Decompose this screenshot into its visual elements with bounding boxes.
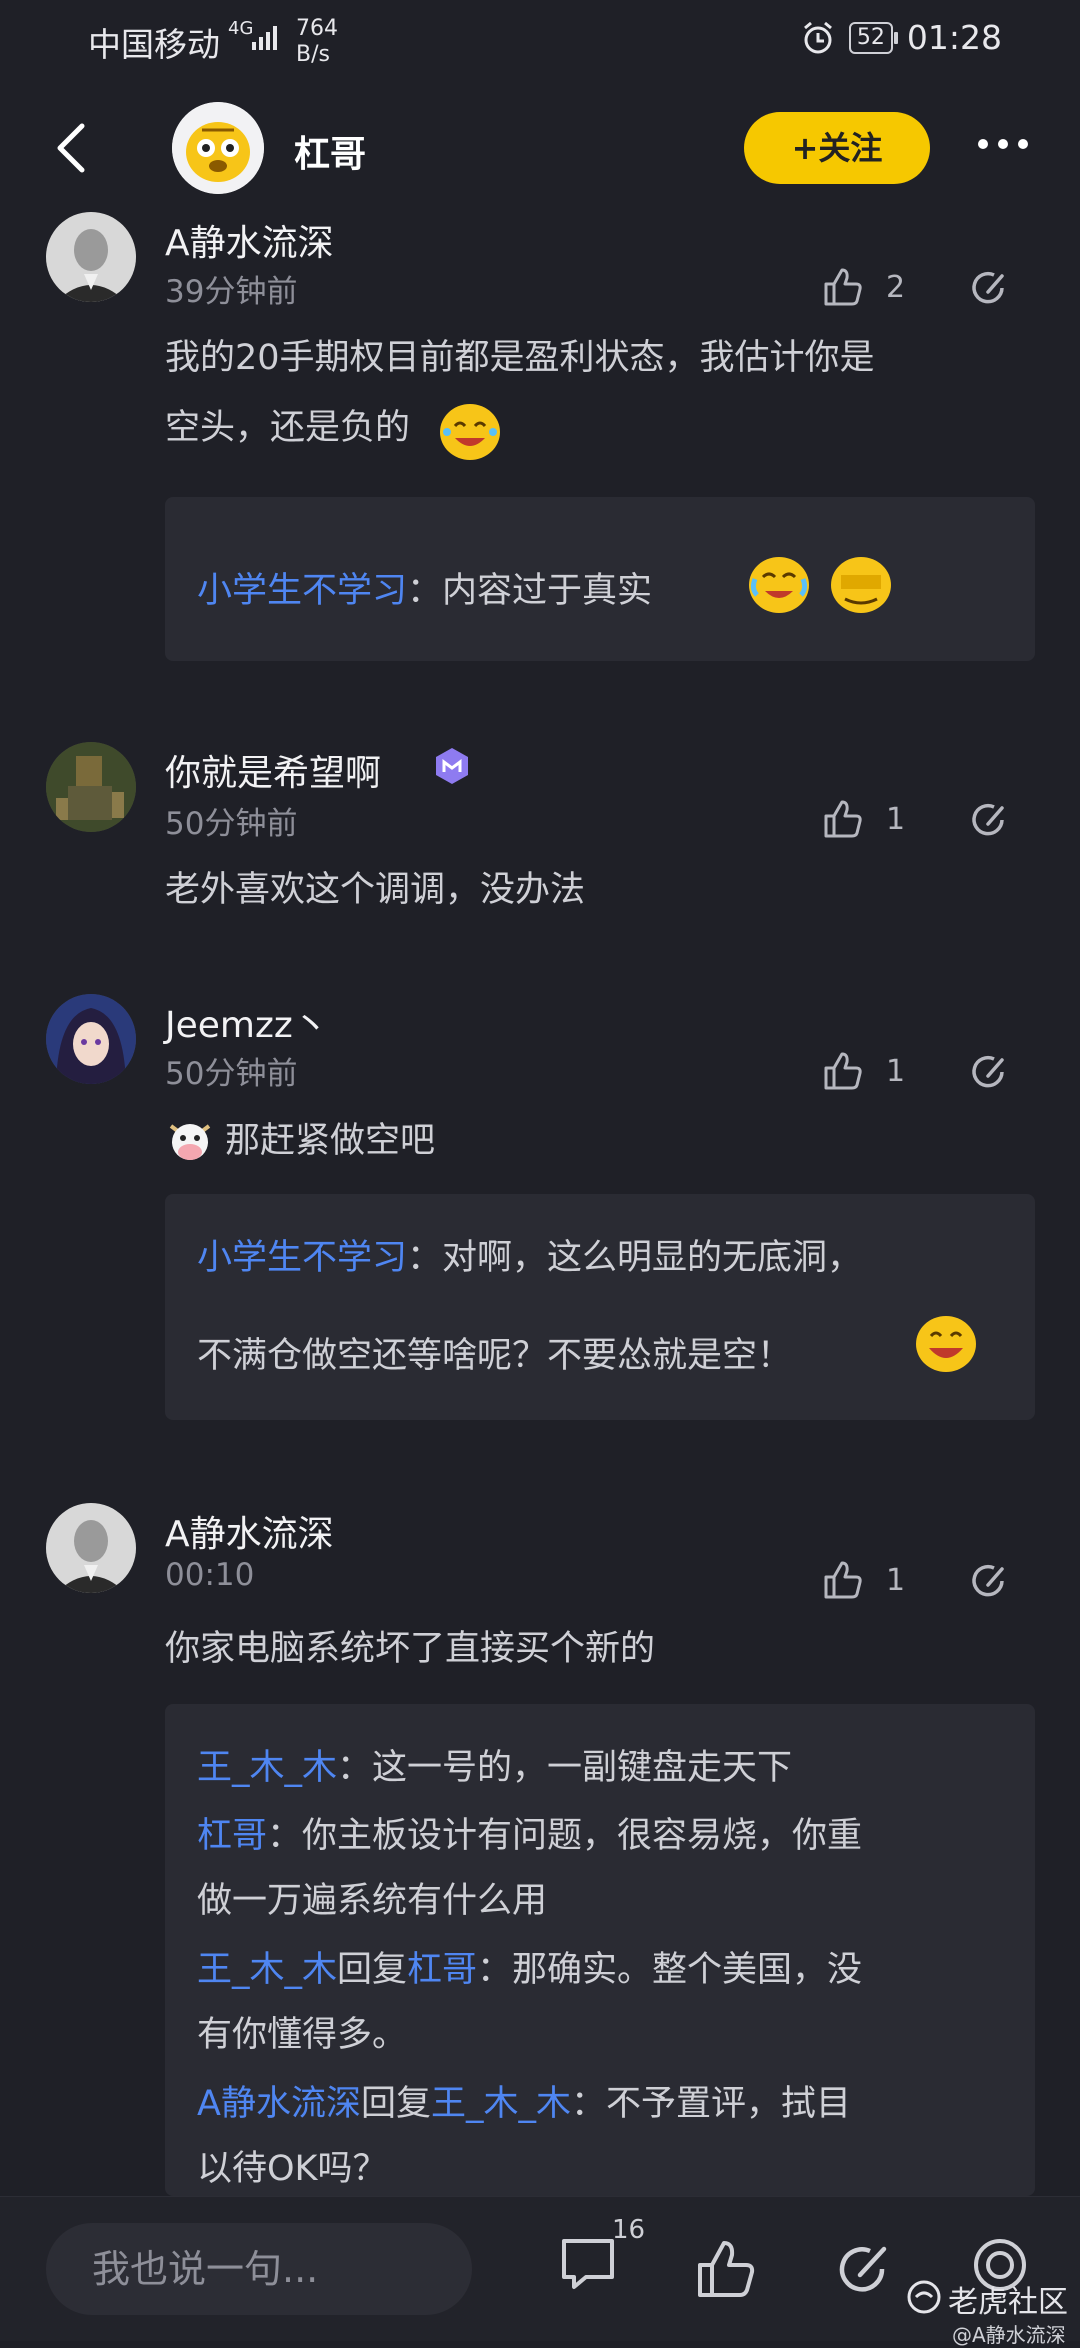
reply-text: ：对啊，这么明显的无底洞， — [407, 1238, 863, 1278]
alarm-icon — [803, 21, 832, 53]
like-count: 2 — [886, 269, 906, 305]
reply-word: 回复 — [360, 2084, 431, 2124]
comment-count-badge: 16 — [612, 2215, 646, 2245]
portrait-avatar-icon — [46, 1503, 136, 1593]
carrier-label: 中国移动 — [88, 25, 220, 64]
commenter-avatar[interactable] — [46, 212, 136, 302]
crying-laughing-emoji-icon — [749, 557, 809, 613]
comment-text-line: 空头，还是负的 — [165, 408, 411, 448]
comment-text: 我的20手期权目前都是盈利状态，我估计你是 空头，还是负的 — [165, 323, 875, 464]
comment-text: 那赶紧做空吧 — [225, 1121, 436, 1161]
like-count: 1 — [886, 1562, 906, 1598]
like-button[interactable]: 1 — [822, 1050, 905, 1092]
clock: 01:28 — [906, 18, 1002, 57]
commenter-name[interactable]: A静水流深 — [165, 214, 334, 266]
like-button[interactable]: 1 — [822, 798, 905, 840]
thumbs-up-icon[interactable] — [694, 2237, 758, 2301]
status-right: 52 01:28 — [801, 18, 1002, 57]
comment-time: 00:10 — [165, 1557, 255, 1593]
profile-avatar[interactable] — [172, 102, 264, 194]
thumbs-up-icon — [824, 800, 862, 838]
reply-text: ：这一号的，一副键盘走天下 — [337, 1748, 793, 1788]
tiger-logo-icon — [907, 2280, 941, 2314]
net-speed-value: 764 — [296, 16, 338, 41]
follow-button[interactable]: +关注 — [744, 112, 930, 184]
net-speed: 764 B/s — [296, 16, 338, 68]
share-icon[interactable] — [830, 2237, 894, 2301]
reply-text: 以待OK吗？ — [197, 2149, 388, 2189]
comment-text: 老外喜欢这个调调，没办法 — [165, 870, 586, 910]
reply-word: 回复 — [337, 1950, 408, 1990]
commenter-name[interactable]: 你就是希望啊 — [165, 744, 381, 796]
comment-time: 50分钟前 — [165, 806, 298, 842]
reply-text: 不满仓做空还等啥呢？不要怂就是空！ — [197, 1336, 793, 1376]
anime-avatar-icon — [46, 994, 136, 1084]
reply-text: ：你主板设计有问题，很容易烧，你重 — [267, 1816, 863, 1856]
commenter-avatar[interactable] — [46, 1503, 136, 1593]
like-button[interactable]: 1 — [822, 1559, 905, 1601]
comment-time: 50分钟前 — [165, 1056, 298, 1092]
reply-text: ：内容过于真实 — [407, 571, 653, 611]
more-options-icon[interactable] — [978, 134, 1038, 154]
user-level-badge-icon — [436, 748, 468, 784]
thread-reply: 王_木_木：这一号的，一副键盘走天下 — [197, 1746, 792, 1791]
commenter-avatar[interactable] — [46, 994, 136, 1084]
reply-quote-box[interactable]: 小学生不学习：对啊，这么明显的无底洞， 不满仓做空还等啥呢？不要怂就是空！ — [165, 1194, 1035, 1420]
reply-icon[interactable] — [966, 798, 1010, 842]
facepalm-tiger-emoji-icon — [831, 557, 891, 613]
reply-icon[interactable] — [966, 1559, 1010, 1603]
comment-text: 你家电脑系统坏了直接买个新的 — [165, 1629, 656, 1669]
like-button[interactable]: 2 — [822, 266, 905, 308]
thread-reply: 王_木_木回复杠哥：那确实。整个美国，没 有你懂得多。 — [197, 1948, 1017, 2058]
commenter-name[interactable]: Jeemzz丶 — [165, 996, 329, 1048]
laughing-tiger-emoji-icon — [440, 404, 501, 460]
thumbs-up-icon — [824, 1561, 862, 1599]
mech-avatar-icon — [46, 742, 136, 832]
reply-icon[interactable] — [966, 266, 1010, 310]
status-bar: 中国移动 4G 764 B/s 52 01:28 — [0, 0, 1080, 90]
top-app-bar: 杠哥 +关注 — [0, 90, 1080, 210]
watermark-user: @A静水流深 — [952, 2323, 1066, 2347]
like-count: 1 — [886, 801, 906, 837]
thread-reply: A静水流深回复王_木_木：不予置评，拭目 以待OK吗？ — [197, 2082, 1017, 2192]
bottom-comment-bar: 我也说一句... 16 老虎社区 @A静水流深 — [0, 2196, 1080, 2347]
comment-icon[interactable] — [556, 2231, 620, 2295]
watermark-text: 老虎社区 — [948, 2285, 1068, 2320]
reply-text: ：那确实。整个美国，没 — [477, 1950, 863, 1990]
signal-icon — [252, 26, 277, 50]
reply-text: ：不予置评，拭目 — [570, 2084, 851, 2124]
reply-target-link[interactable]: 王_木_木 — [431, 2084, 571, 2124]
commenter-avatar[interactable] — [46, 742, 136, 832]
portrait-avatar-icon — [46, 212, 136, 302]
reply-thread-box[interactable]: 王_木_木：这一号的，一副键盘走天下 杠哥：你主板设计有问题，很容易烧，你重 做… — [165, 1704, 1035, 2196]
comment-text-line: 我的20手期权目前都是盈利状态，我估计你是 — [165, 338, 875, 378]
reply-text: 有你懂得多。 — [197, 2015, 408, 2055]
reply-text: 做一万遍系统有什么用 — [197, 1881, 548, 1921]
comment-input[interactable]: 我也说一句... — [46, 2223, 472, 2315]
signal-type: 4G — [228, 18, 254, 39]
reply-user-link[interactable]: 小学生不学习 — [197, 1238, 407, 1278]
comment-time: 39分钟前 — [165, 274, 298, 310]
reply-icon[interactable] — [966, 1050, 1010, 1094]
commenter-name[interactable]: A静水流深 — [165, 1505, 334, 1557]
reply-quote-box[interactable]: 小学生不学习：内容过于真实 — [165, 497, 1035, 661]
net-speed-unit: B/s — [296, 42, 330, 67]
thread-reply: 杠哥：你主板设计有问题，很容易烧，你重 做一万遍系统有什么用 — [197, 1814, 1017, 1924]
reply-user-link[interactable]: A静水流深 — [197, 2084, 361, 2124]
reply-user-link[interactable]: 小学生不学习 — [197, 571, 407, 611]
tiger-avatar-icon — [172, 102, 264, 194]
laughing-tiger-emoji-icon — [916, 1316, 976, 1372]
reply-user-link[interactable]: 王_木_木 — [197, 1950, 337, 1990]
thumbs-up-icon — [824, 1052, 862, 1090]
like-count: 1 — [886, 1053, 906, 1089]
reply-user-link[interactable]: 王_木_木 — [197, 1748, 337, 1788]
back-arrow-icon[interactable] — [52, 120, 92, 176]
cow-emoji-icon — [169, 1124, 211, 1160]
battery-indicator: 52 — [848, 21, 898, 54]
reply-user-link[interactable]: 杠哥 — [197, 1816, 267, 1856]
reply-target-link[interactable]: 杠哥 — [407, 1950, 477, 1990]
page-title: 杠哥 — [294, 134, 367, 175]
thumbs-up-icon — [824, 268, 862, 306]
